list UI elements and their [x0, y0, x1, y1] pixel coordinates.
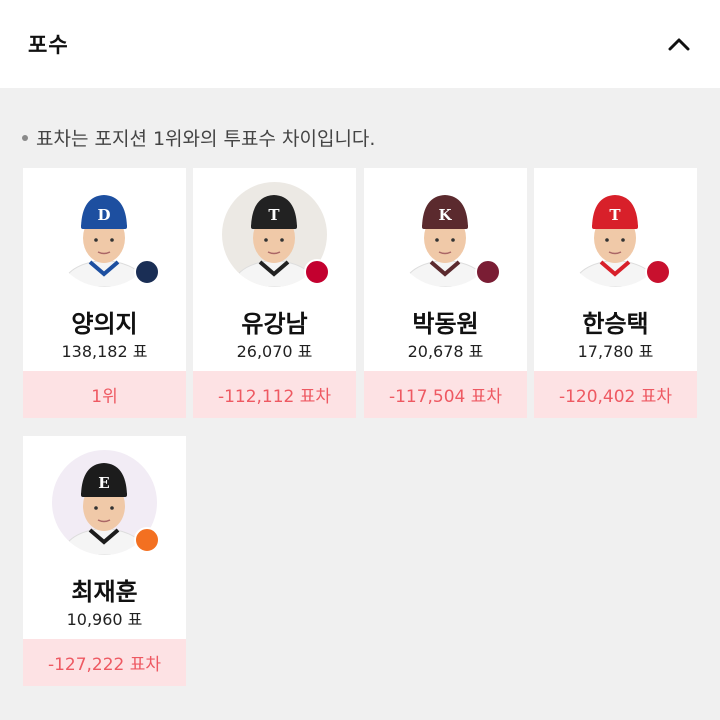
info-note-text: 표차는 포지션 1위와의 투표수 차이입니다. — [36, 128, 376, 150]
section-title: 포수 — [28, 33, 69, 57]
player-name: 박동원 — [412, 310, 479, 338]
svg-text:D: D — [97, 206, 110, 224]
svg-text:T: T — [609, 206, 621, 224]
vote-gap: -120,402 표차 — [534, 371, 697, 418]
team-logo-icon — [134, 527, 160, 553]
info-note: 표차는 포지션 1위와의 투표수 차이입니다. — [22, 124, 375, 151]
section-header[interactable]: 포수 — [0, 0, 720, 88]
chevron-up-icon[interactable] — [666, 31, 692, 57]
vote-count: 17,780 표 — [577, 342, 654, 361]
vote-gap: -127,222 표차 — [23, 639, 186, 686]
vote-count: 20,678 표 — [407, 342, 484, 361]
vote-count: 26,070 표 — [236, 342, 313, 361]
vote-count: 138,182 표 — [61, 342, 148, 361]
player-card[interactable]: D 양의지 138,182 표 1위 — [23, 168, 186, 418]
player-card[interactable]: E 최재훈 10,960 표 -127,222 표차 — [23, 436, 186, 686]
player-name: 양의지 — [71, 310, 138, 338]
vote-gap: -117,504 표차 — [364, 371, 527, 418]
svg-text:K: K — [438, 206, 452, 224]
team-logo-icon — [304, 259, 330, 285]
player-card[interactable]: K 박동원 20,678 표 -117,504 표차 — [364, 168, 527, 418]
player-card[interactable]: T 유강남 26,070 표 -112,112 표차 — [193, 168, 356, 418]
player-name: 최재훈 — [71, 578, 138, 606]
svg-text:E: E — [98, 474, 109, 492]
player-name: 한승택 — [582, 310, 649, 338]
player-card[interactable]: T 한승택 17,780 표 -120,402 표차 — [534, 168, 697, 418]
svg-text:T: T — [268, 206, 280, 224]
team-logo-icon — [475, 259, 501, 285]
player-name: 유강남 — [241, 310, 308, 338]
team-logo-icon — [645, 259, 671, 285]
team-logo-icon — [134, 259, 160, 285]
bullet-dot — [22, 134, 28, 141]
vote-gap: -112,112 표차 — [193, 371, 356, 418]
vote-count: 10,960 표 — [66, 610, 143, 629]
vote-gap: 1위 — [23, 371, 186, 418]
